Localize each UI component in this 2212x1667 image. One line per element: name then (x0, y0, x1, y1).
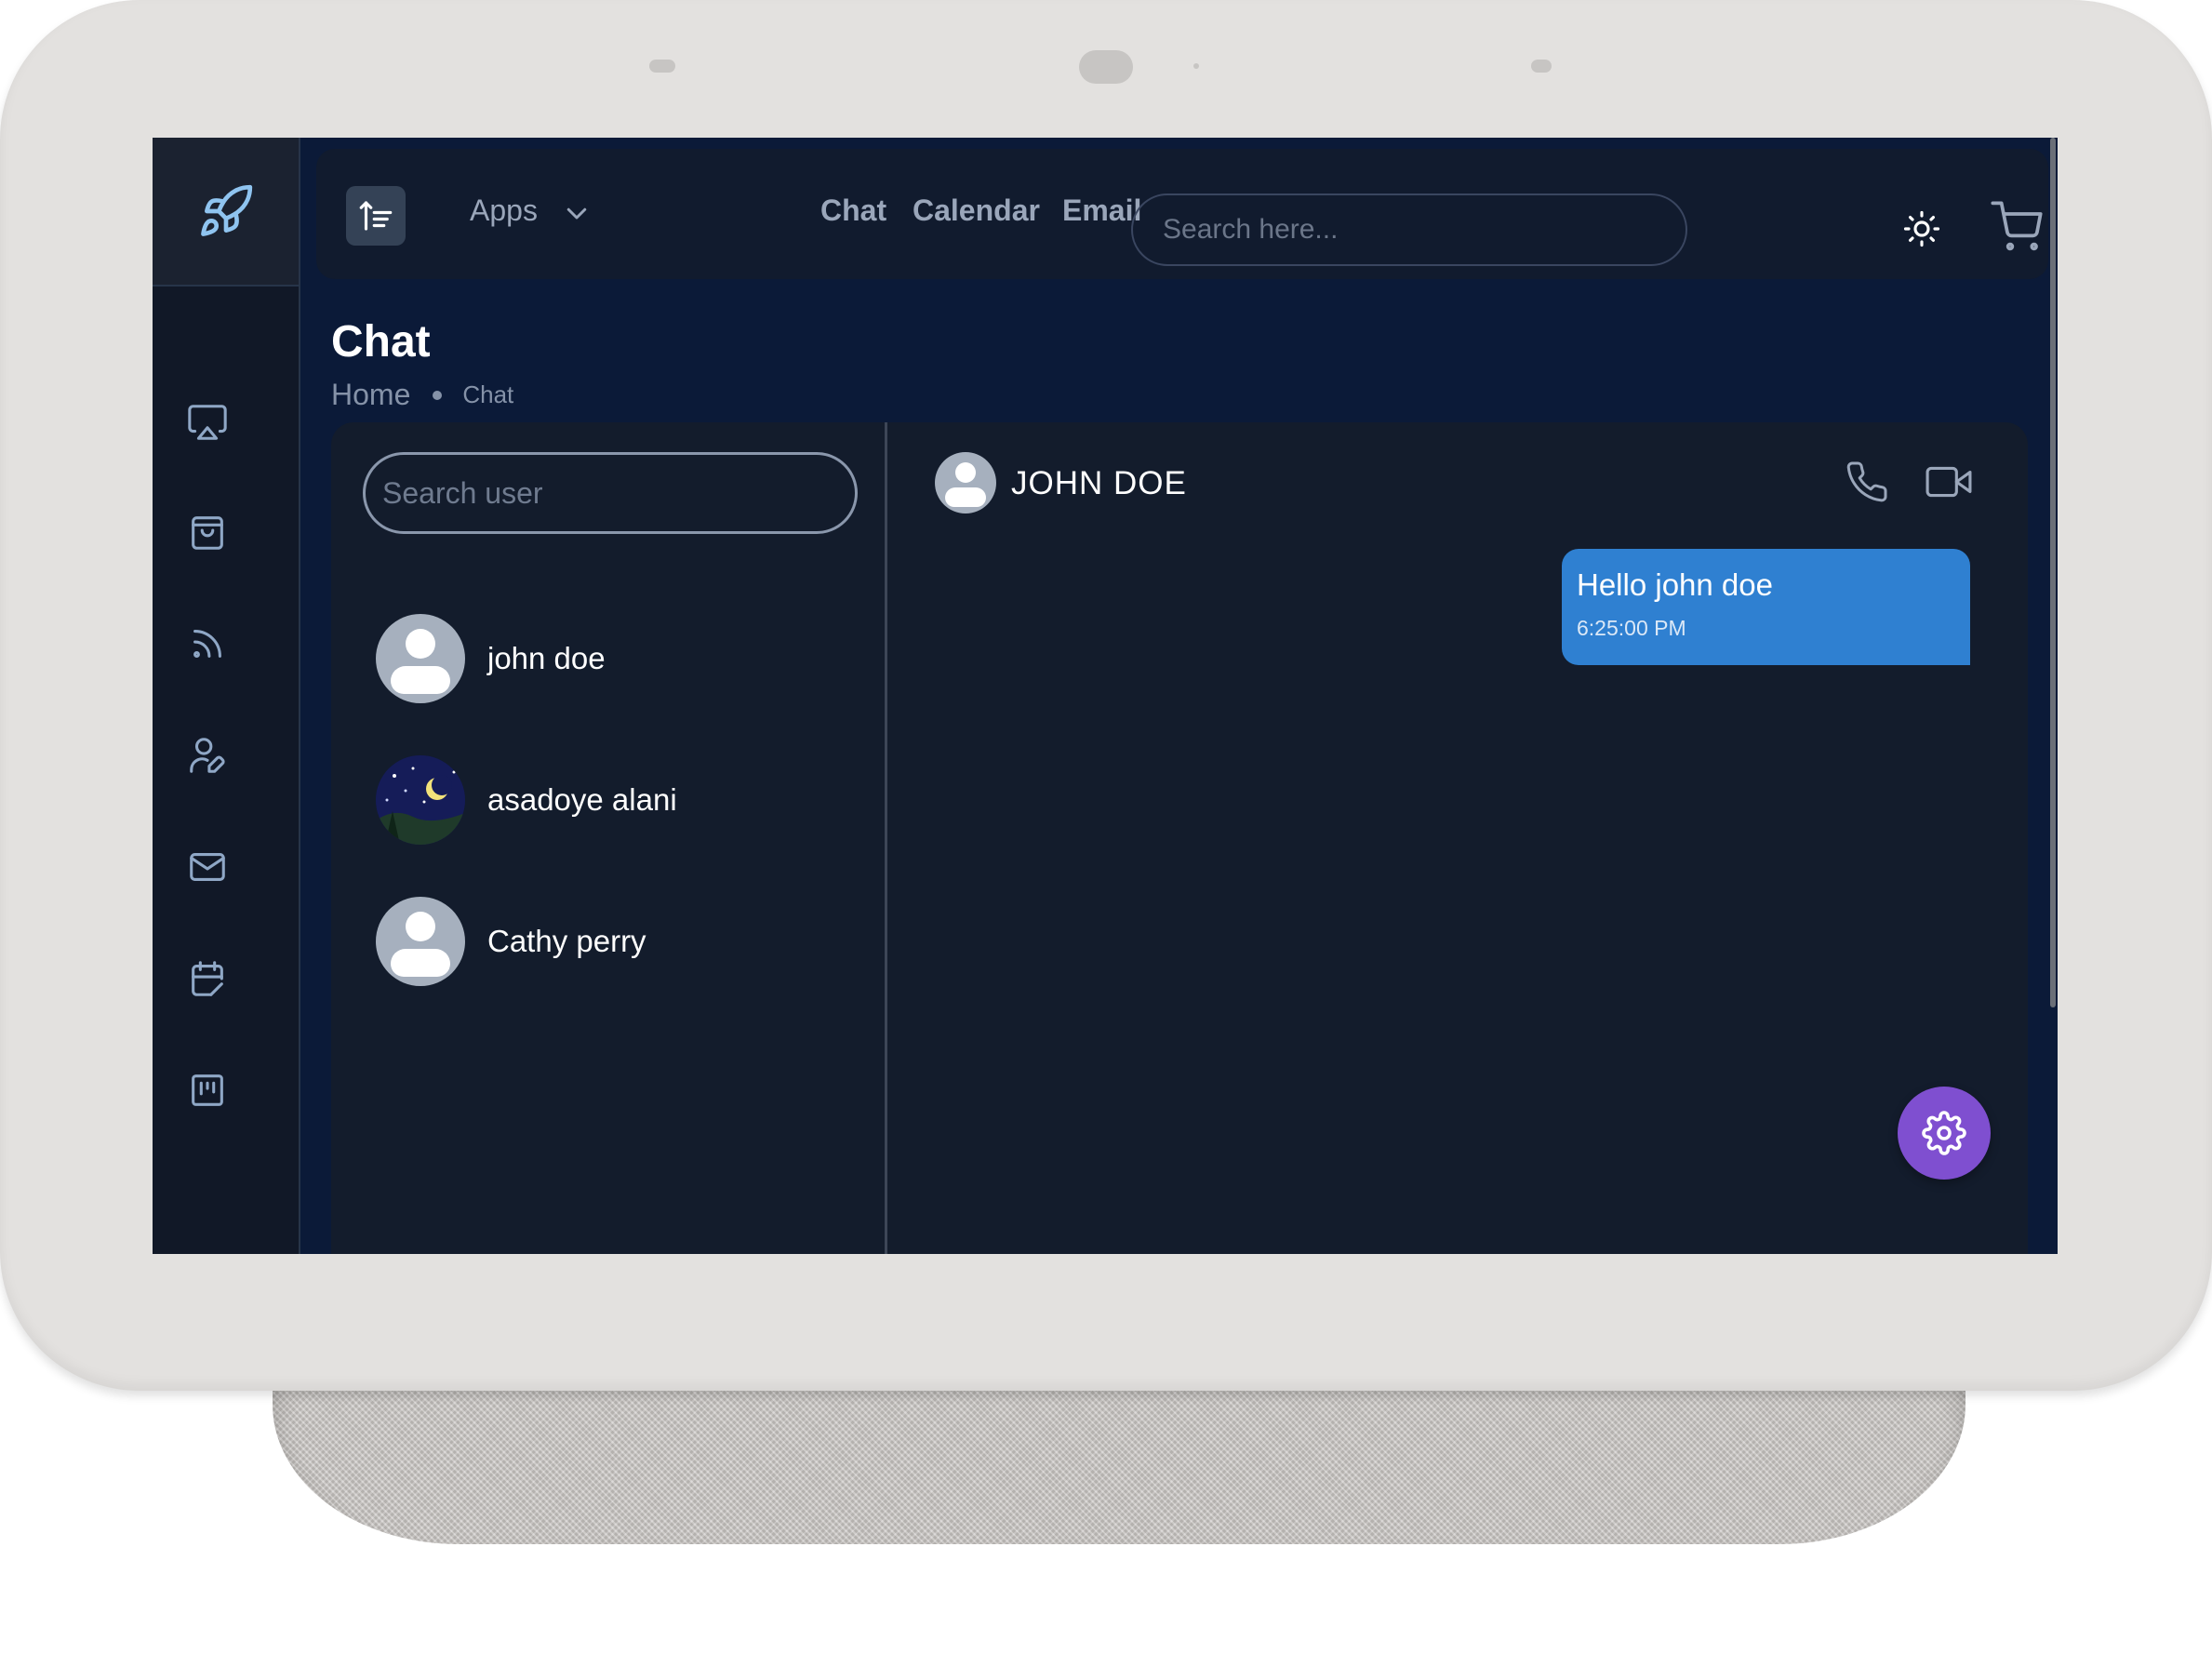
chevron-down-icon (566, 207, 587, 220)
nav-link-calendar[interactable]: Calendar (913, 193, 1040, 228)
sensor-right (1531, 60, 1552, 73)
user-name: asadoye alani (487, 782, 677, 817)
apps-menu[interactable]: Apps (470, 193, 587, 228)
settings-fab[interactable] (1898, 1087, 1991, 1180)
chat-card: john doe (331, 422, 2028, 1254)
topbar: Apps Chat Calendar Email Search here... (316, 149, 2048, 279)
calendar-icon (192, 961, 223, 996)
screen: Apps Chat Calendar Email Search here... … (153, 138, 2058, 1254)
camera-lens (1079, 50, 1133, 84)
sidebar-logo[interactable] (153, 138, 299, 287)
kanban-icon (192, 1074, 223, 1106)
nav-link-chat[interactable]: Chat (820, 193, 886, 228)
sidebar-item-email[interactable] (183, 843, 232, 891)
page-scrollbar[interactable] (2048, 138, 2058, 1254)
cart-button[interactable] (1989, 201, 2045, 253)
user-avatar (376, 614, 465, 703)
sidebar (153, 138, 300, 1254)
sidebar-item-shop[interactable] (183, 508, 232, 556)
theme-toggle-button[interactable] (1899, 207, 1944, 251)
breadcrumb-current: Chat (462, 380, 514, 408)
video-camera-icon (1926, 466, 1972, 498)
scrollbar-thumb[interactable] (2050, 138, 2056, 1007)
video-call-button[interactable] (1925, 458, 1973, 506)
conversation-panel: JOHN DOE Hello john doe 6:25:00 PM (890, 422, 2028, 1254)
user-list-panel: john doe (331, 422, 887, 1254)
user-name: Cathy perry (487, 924, 646, 958)
presentation-icon (188, 405, 227, 440)
nav-link-email[interactable]: Email (1062, 193, 1141, 228)
message-bubble-outgoing: Hello john doe 6:25:00 PM (1562, 549, 1970, 665)
sun-icon (1903, 210, 1940, 247)
sidebar-item-feed[interactable] (183, 620, 232, 668)
global-search-input[interactable] (1131, 193, 1687, 266)
conversation-avatar (935, 452, 996, 513)
breadcrumb-separator (433, 390, 443, 400)
page-title: Chat (331, 317, 431, 367)
cart-icon (1991, 201, 2043, 251)
sidebar-item-calendar[interactable] (183, 954, 232, 1003)
user-list-item[interactable]: asadoye alani (376, 755, 841, 845)
user-avatar-photo (376, 755, 465, 845)
sidebar-item-users[interactable] (183, 731, 232, 780)
message-timestamp: 6:25:00 PM (1577, 616, 1686, 640)
breadcrumb-home[interactable]: Home (331, 378, 410, 412)
conversation-name: JOHN DOE (1011, 465, 1187, 501)
shopping-bag-icon (192, 516, 223, 550)
menu-toggle-button[interactable] (346, 186, 406, 246)
menu-sort-icon (359, 201, 393, 231)
sidebar-item-dashboard[interactable] (183, 398, 232, 447)
sensor-left (649, 60, 675, 73)
user-list-item[interactable]: Cathy perry (376, 897, 841, 986)
rocket-logo-icon (200, 184, 252, 236)
user-edit-icon (190, 738, 225, 773)
user-name: john doe (487, 641, 606, 675)
rss-icon (193, 630, 221, 658)
breadcrumb: Home Chat (331, 378, 513, 412)
user-search-input[interactable] (363, 452, 858, 534)
voice-call-button[interactable] (1843, 458, 1891, 506)
sensor-dot (1193, 63, 1199, 69)
message-text: Hello john doe (1577, 567, 1773, 602)
user-list-item[interactable]: john doe (376, 614, 841, 703)
sidebar-item-kanban[interactable] (183, 1066, 232, 1114)
phone-icon (1846, 461, 1887, 502)
gear-icon (1922, 1111, 1966, 1155)
mail-icon (190, 853, 225, 881)
apps-label: Apps (470, 193, 538, 227)
user-avatar (376, 897, 465, 986)
